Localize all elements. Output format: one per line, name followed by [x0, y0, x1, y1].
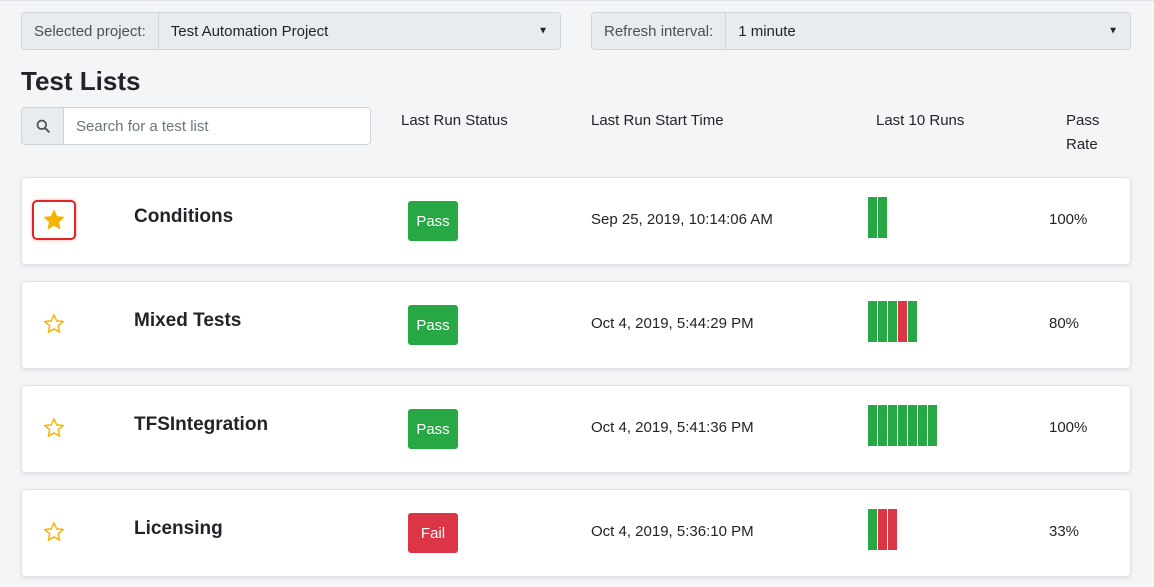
star-filled-icon — [44, 210, 64, 229]
last-runs-chart — [868, 509, 897, 550]
column-header-status: Last Run Status — [401, 112, 508, 129]
run-bar-fail[interactable] — [888, 509, 897, 550]
run-bar-fail[interactable] — [898, 301, 907, 342]
status-badge: Pass — [408, 305, 458, 345]
run-bar-pass[interactable] — [868, 197, 877, 238]
status-badge: Pass — [408, 409, 458, 449]
test-list-name[interactable]: Mixed Tests — [134, 310, 241, 332]
run-bar-pass[interactable] — [868, 509, 877, 550]
run-bar-pass[interactable] — [928, 405, 937, 446]
pass-rate: 100% — [1049, 419, 1088, 436]
run-bar-pass[interactable] — [888, 405, 897, 446]
start-time: Oct 4, 2019, 5:41:36 PM — [591, 419, 754, 436]
run-bar-pass[interactable] — [878, 405, 887, 446]
last-runs-chart — [868, 197, 887, 238]
refresh-value: 1 minute — [738, 22, 796, 40]
refresh-label: Refresh interval: — [592, 13, 727, 49]
start-time: Sep 25, 2019, 10:14:06 AM — [591, 211, 773, 228]
favorite-button[interactable] — [32, 408, 76, 448]
run-bar-pass[interactable] — [878, 197, 887, 238]
caret-down-icon: ▼ — [1108, 25, 1118, 37]
project-dropdown[interactable]: Test Automation Project ▼ — [158, 13, 560, 49]
star-outline-icon — [44, 418, 64, 437]
search-button[interactable] — [22, 108, 64, 144]
project-value: Test Automation Project — [170, 22, 329, 40]
status-badge: Fail — [408, 513, 458, 553]
star-outline-icon — [44, 522, 64, 541]
run-bar-pass[interactable] — [908, 405, 917, 446]
caret-down-icon: ▼ — [538, 25, 548, 37]
run-bar-fail[interactable] — [878, 509, 887, 550]
last-runs-chart — [868, 301, 917, 342]
top-divider — [0, 0, 1154, 1]
pass-rate: 33% — [1049, 523, 1080, 540]
favorite-button[interactable] — [32, 512, 76, 552]
search-box — [21, 107, 371, 145]
test-list-row[interactable]: Conditions Pass Sep 25, 2019, 10:14:06 AM 1… — [21, 177, 1131, 265]
test-list-row[interactable]: TFSIntegration Pass Oct 4, 2019, 5:41:36 P… — [21, 385, 1131, 473]
run-bar-pass[interactable] — [908, 301, 917, 342]
run-bar-pass[interactable] — [898, 405, 907, 446]
search-icon — [36, 119, 50, 133]
pass-rate: 100% — [1049, 211, 1088, 228]
favorite-button[interactable] — [32, 200, 76, 240]
start-time: Oct 4, 2019, 5:44:29 PM — [591, 315, 754, 332]
test-list-name[interactable]: Conditions — [134, 206, 233, 228]
run-bar-pass[interactable] — [868, 405, 877, 446]
run-bar-pass[interactable] — [868, 301, 877, 342]
page-title: Test Lists — [21, 66, 141, 96]
column-header-pass-rate: Pass Rate — [1066, 112, 1100, 153]
start-time: Oct 4, 2019, 5:36:10 PM — [591, 523, 754, 540]
column-header-start-time: Last Run Start Time — [591, 112, 724, 129]
test-list-row[interactable]: Licensing Fail Oct 4, 2019, 5:36:10 PM 33% — [21, 489, 1131, 577]
pass-rate: 80% — [1049, 315, 1080, 332]
project-label: Selected project: — [22, 13, 159, 49]
refresh-selector[interactable]: Refresh interval: 1 minute ▼ — [591, 12, 1131, 50]
favorite-button[interactable] — [32, 304, 76, 344]
run-bar-pass[interactable] — [918, 405, 927, 446]
status-badge: Pass — [408, 201, 458, 241]
column-header-last-runs: Last 10 Runs — [876, 112, 965, 129]
run-bar-pass[interactable] — [888, 301, 897, 342]
last-runs-chart — [868, 405, 937, 446]
test-list-name[interactable]: TFSIntegration — [134, 414, 268, 436]
star-outline-icon — [44, 314, 64, 333]
project-selector[interactable]: Selected project: Test Automation Projec… — [21, 12, 561, 50]
run-bar-pass[interactable] — [878, 301, 887, 342]
test-list-name[interactable]: Licensing — [134, 518, 223, 540]
test-list-row[interactable]: Mixed Tests Pass Oct 4, 2019, 5:44:29 PM 80… — [21, 281, 1131, 369]
search-input[interactable] — [64, 108, 370, 144]
refresh-dropdown[interactable]: 1 minute ▼ — [726, 13, 1130, 49]
